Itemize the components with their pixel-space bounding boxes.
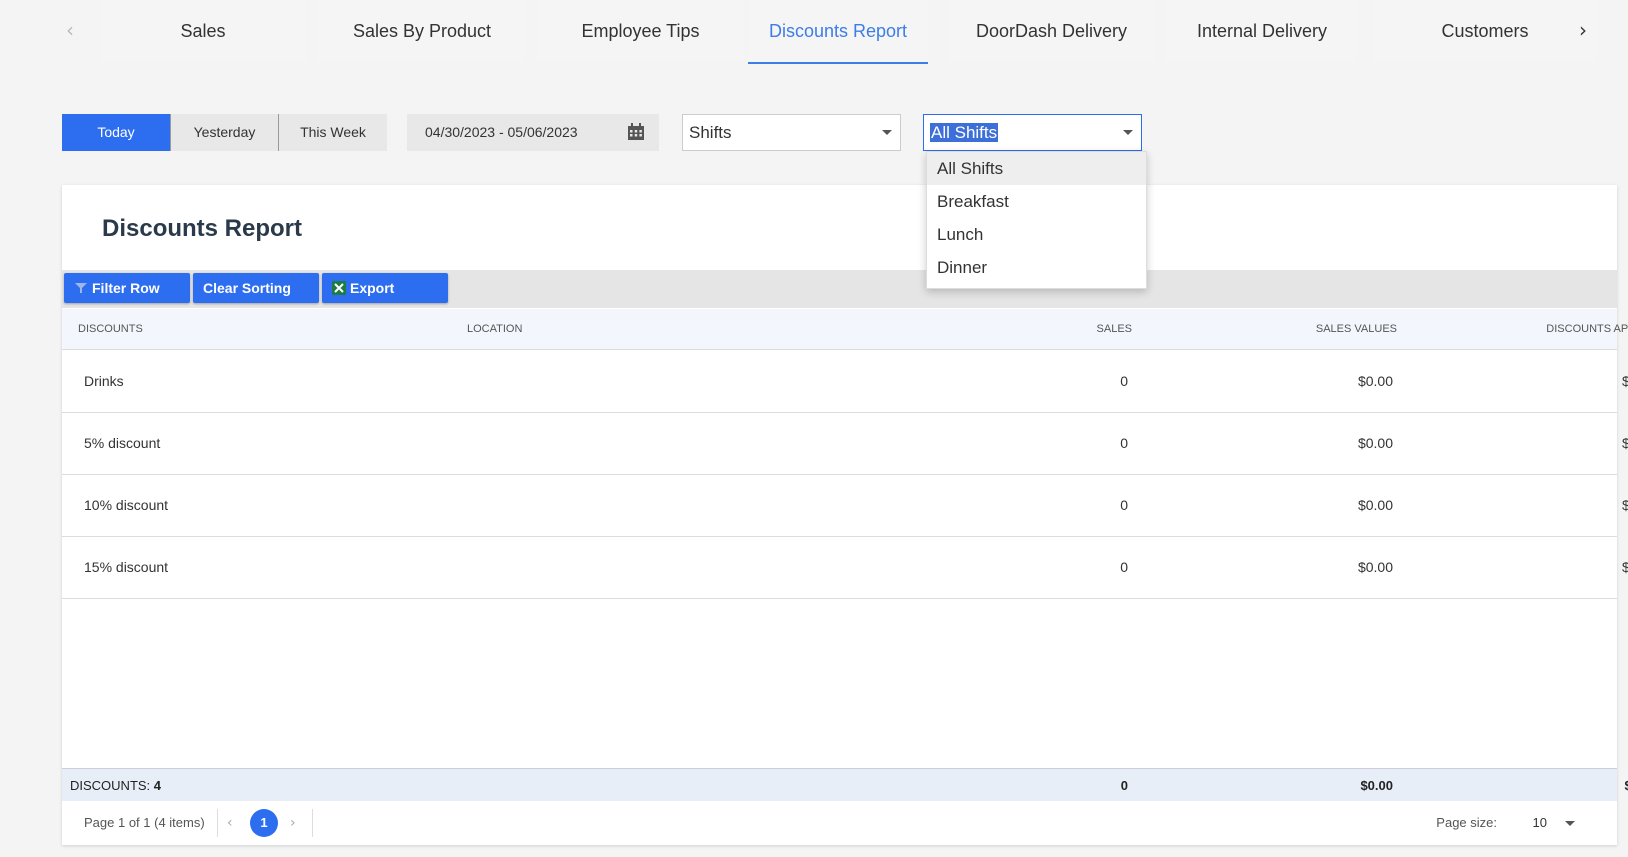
sales-cell: 0 [1120, 435, 1128, 451]
page-size-select[interactable]: 10 [1533, 801, 1547, 845]
pager: Page 1 of 1 (4 items) ‹ 1 › Page size: 1… [62, 801, 1617, 845]
discount-name: Drinks [84, 373, 124, 389]
shift-type-select[interactable]: Shifts [682, 114, 901, 151]
date-range-value: 04/30/2023 - 05/06/2023 [425, 124, 578, 140]
chevron-right-icon[interactable]: › [1573, 18, 1593, 44]
page-number-button[interactable]: 1 [250, 809, 278, 837]
date-range-picker[interactable]: 04/30/2023 - 05/06/2023 [407, 114, 659, 151]
discount-name: 5% discount [84, 435, 161, 451]
dropdown-option-breakfast[interactable]: Breakfast [927, 185, 1146, 218]
tab-doordash-delivery[interactable]: DoorDash Delivery [948, 0, 1155, 62]
sales-values-cell: $0.00 [1357, 497, 1393, 513]
dropdown-option-dinner[interactable]: Dinner [927, 251, 1146, 284]
tab-customers[interactable]: Customers [1372, 0, 1598, 62]
grid-header: Discounts Location Sales Sales Values Di… [62, 309, 1628, 350]
discounts-applied-cell: $0.00 [1621, 497, 1628, 513]
discounts-applied-cell: $0.00 [1621, 435, 1628, 451]
chevron-right-icon[interactable]: › [290, 801, 296, 845]
table-row[interactable]: 15% discount 0 $0.00 $0.00 [62, 536, 1628, 599]
yesterday-button[interactable]: Yesterday [170, 114, 278, 151]
pager-divider [217, 809, 218, 837]
discounts-applied-cell: $0.00 [1621, 373, 1628, 389]
filter-row-label: Filter Row [92, 280, 160, 296]
shift-value-select[interactable]: All Shifts [923, 114, 1142, 151]
grid-toolbar: Filter Row Clear Sorting Export [62, 270, 1617, 308]
tab-sales-by-product[interactable]: Sales By Product [318, 0, 526, 62]
summary-label: DISCOUNTS: 4 [70, 778, 162, 793]
calendar-icon[interactable] [627, 123, 645, 141]
clear-sorting-label: Clear Sorting [203, 280, 291, 296]
summary-sales-values: $0.00 [1360, 778, 1393, 793]
table-row[interactable]: Drinks 0 $0.00 $0.00 [62, 350, 1628, 413]
discount-name: 10% discount [84, 497, 169, 513]
report-tabs: ‹ Sales Sales By Product Employee Tips D… [0, 0, 1628, 64]
chevron-left-icon[interactable]: ‹ [227, 801, 233, 845]
this-week-button[interactable]: This Week [278, 114, 387, 151]
discount-name: 15% discount [84, 559, 169, 575]
sales-cell: 0 [1120, 559, 1128, 575]
shift-type-value: Shifts [689, 123, 732, 142]
dropdown-option-all-shifts[interactable]: All Shifts [927, 152, 1146, 185]
export-button[interactable]: Export [322, 273, 448, 303]
discounts-applied-cell: $0.00 [1621, 559, 1628, 575]
chevron-down-icon [1123, 130, 1133, 135]
filter-icon [75, 283, 87, 293]
export-label: Export [350, 280, 395, 296]
report-card: Discounts Report Filter Row Clear Sortin… [62, 185, 1628, 845]
table-row[interactable]: 5% discount 0 $0.00 $0.00 [62, 412, 1628, 475]
column-header-location[interactable]: Location [467, 309, 522, 349]
excel-icon [332, 281, 346, 295]
shift-dropdown-list: All Shifts Breakfast Lunch Dinner [926, 151, 1147, 289]
clear-sorting-button[interactable]: Clear Sorting [193, 273, 319, 303]
column-header-sales-values[interactable]: Sales Values [1192, 309, 1397, 349]
chevron-down-icon [882, 130, 892, 135]
tab-sales[interactable]: Sales [100, 0, 306, 62]
summary-sales: 0 [1120, 778, 1128, 793]
filter-row-button[interactable]: Filter Row [64, 273, 190, 303]
tab-discounts-report[interactable]: Discounts Report [748, 0, 928, 64]
column-header-sales[interactable]: Sales [942, 309, 1132, 349]
sales-values-cell: $0.00 [1357, 435, 1393, 451]
chevron-down-icon[interactable] [1565, 821, 1575, 826]
pager-info: Page 1 of 1 (4 items) [84, 815, 205, 830]
column-header-discounts-applied[interactable]: Discounts Applied [1432, 309, 1628, 349]
shift-value: All Shifts [930, 123, 999, 142]
chevron-left-icon[interactable]: ‹ [60, 18, 80, 44]
today-button[interactable]: Today [62, 114, 170, 151]
sales-values-cell: $0.00 [1357, 559, 1393, 575]
tab-internal-delivery[interactable]: Internal Delivery [1166, 0, 1358, 62]
dropdown-option-lunch[interactable]: Lunch [927, 218, 1146, 251]
period-selector: Today Yesterday This Week [62, 114, 387, 151]
summary-count: 4 [153, 778, 162, 793]
table-row[interactable]: 10% discount 0 $0.00 $0.00 [62, 474, 1628, 537]
pager-divider [312, 809, 313, 837]
grid-summary-row: DISCOUNTS: 4 0 $0.00 $0.00 [62, 768, 1628, 802]
sales-cell: 0 [1120, 373, 1128, 389]
summary-discounts-applied: $0.00 [1432, 769, 1628, 802]
sales-cell: 0 [1120, 497, 1128, 513]
sales-values-cell: $0.00 [1357, 373, 1393, 389]
page-title: Discounts Report [102, 215, 303, 242]
page-size-label: Page size: [1436, 815, 1497, 830]
tab-employee-tips[interactable]: Employee Tips [537, 0, 744, 62]
column-header-discounts[interactable]: Discounts [78, 309, 143, 349]
